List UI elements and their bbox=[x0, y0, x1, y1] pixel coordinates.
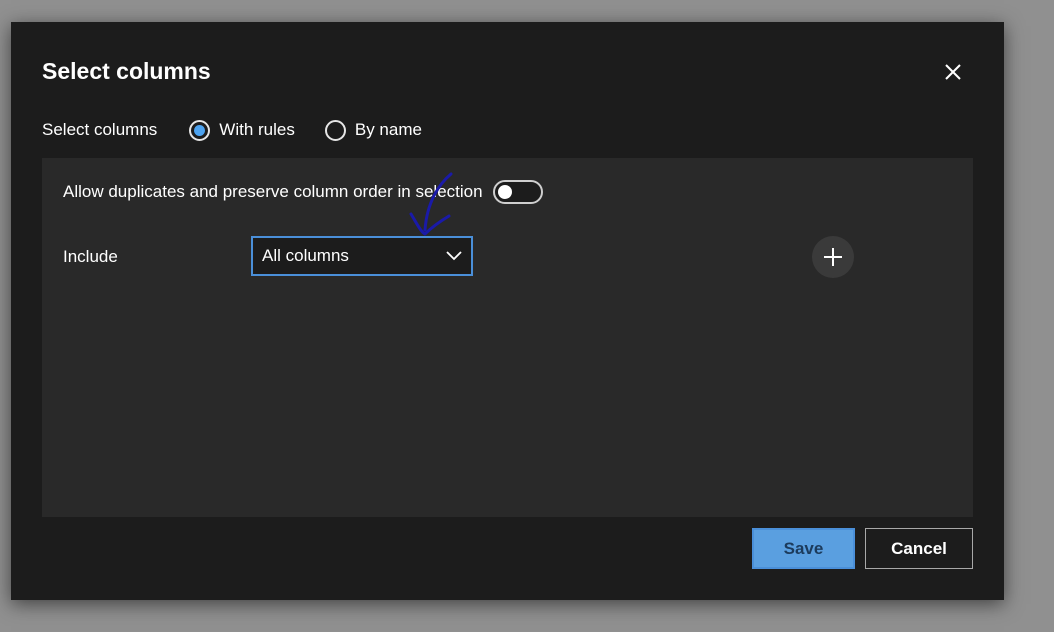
select-mode-label: Select columns bbox=[42, 120, 158, 139]
cancel-button[interactable]: Cancel bbox=[865, 528, 973, 569]
chevron-down-icon bbox=[446, 251, 462, 261]
duplicates-label: Allow duplicates and preserve column ord… bbox=[63, 182, 483, 201]
radio-by-name[interactable]: By name bbox=[324, 119, 422, 141]
select-mode-row: Select columns With rules By name bbox=[42, 118, 452, 142]
include-dropdown[interactable]: All columns bbox=[251, 236, 473, 276]
radio-by-name-label: By name bbox=[354, 120, 422, 139]
radio-by-name-indicator[interactable] bbox=[324, 119, 346, 141]
radio-selected-dot bbox=[194, 124, 206, 136]
radio-with-rules-indicator[interactable] bbox=[189, 119, 211, 141]
duplicates-toggle[interactable] bbox=[492, 180, 543, 204]
dialog-title: Select columns bbox=[42, 58, 211, 84]
select-columns-dialog: Select columns Select columns With rules… bbox=[11, 22, 1004, 600]
add-rule-button[interactable] bbox=[812, 236, 854, 278]
close-button[interactable] bbox=[939, 58, 967, 86]
save-button[interactable]: Save bbox=[752, 528, 855, 569]
toggle-knob bbox=[497, 185, 512, 199]
radio-with-rules-label: With rules bbox=[219, 120, 295, 139]
radio-with-rules[interactable]: With rules bbox=[189, 119, 295, 141]
include-dropdown-value: All columns bbox=[262, 246, 349, 265]
plus-icon bbox=[824, 248, 842, 266]
duplicates-row: Allow duplicates and preserve column ord… bbox=[63, 180, 543, 204]
include-label: Include bbox=[63, 247, 118, 266]
rules-panel: Allow duplicates and preserve column ord… bbox=[42, 158, 973, 517]
close-icon bbox=[945, 64, 961, 80]
